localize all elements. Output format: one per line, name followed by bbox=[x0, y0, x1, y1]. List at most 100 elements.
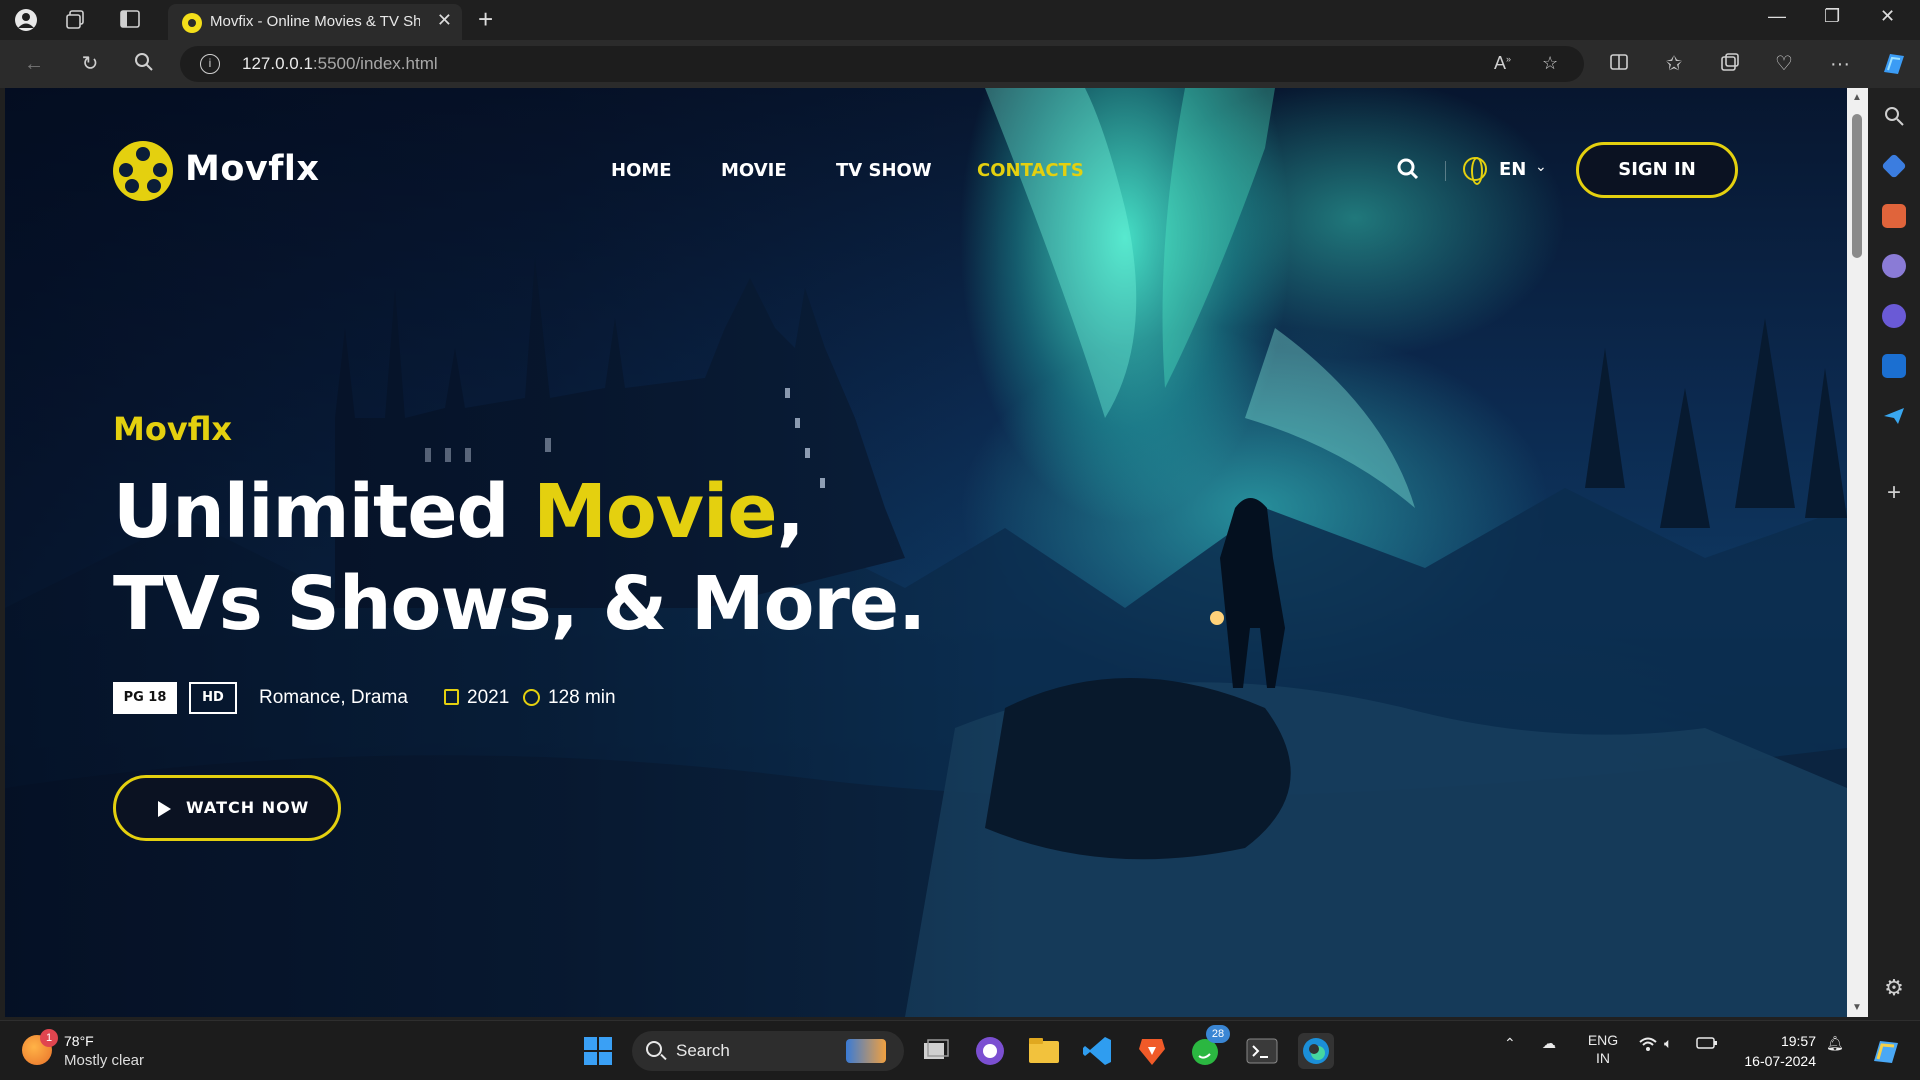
wifi-icon[interactable] bbox=[1638, 1035, 1658, 1056]
brave-icon[interactable] bbox=[1134, 1033, 1170, 1069]
genres-text: Romance, Drama bbox=[259, 687, 408, 708]
clock-date: 16-07-2024 bbox=[1744, 1053, 1816, 1069]
copilot-icon[interactable] bbox=[1880, 50, 1904, 74]
taskbar-search-icon bbox=[646, 1041, 662, 1057]
split-screen-icon[interactable] bbox=[1607, 52, 1631, 76]
file-explorer-icon[interactable] bbox=[1026, 1033, 1062, 1069]
task-view-icon[interactable] bbox=[918, 1033, 954, 1069]
headline-line2: TVs Shows, & More. bbox=[113, 561, 926, 647]
tools-briefcase-icon[interactable] bbox=[1882, 204, 1906, 228]
site-info-icon[interactable]: i bbox=[200, 54, 220, 74]
browser-tab-bar: Movfix - Online Movies & TV Shows ✕ + — … bbox=[0, 0, 1920, 40]
watch-now-button[interactable]: WATCH NOW bbox=[113, 775, 341, 841]
nav-contacts[interactable]: CONTACTS bbox=[977, 160, 1084, 181]
weather-notification-badge: 1 bbox=[40, 1029, 58, 1047]
scroll-up-icon[interactable]: ▲ bbox=[1852, 92, 1862, 103]
whatsapp-badge: 28 bbox=[1206, 1025, 1230, 1043]
release-year: 2021 bbox=[467, 687, 510, 708]
calendar-icon bbox=[444, 689, 459, 705]
favorite-star-icon[interactable]: ☆ bbox=[1542, 53, 1558, 74]
weather-condition: Mostly clear bbox=[64, 1052, 145, 1069]
taskbar: 1 78°F Mostly clear Search 28 ⌃ ☁ ENG IN bbox=[0, 1020, 1920, 1080]
search-highlight-icon bbox=[846, 1039, 886, 1063]
rating-badge: PG 18 bbox=[113, 682, 177, 714]
browser-essentials-icon[interactable]: ♡ bbox=[1772, 52, 1796, 76]
header-divider bbox=[1445, 161, 1446, 181]
battery-icon[interactable] bbox=[1696, 1035, 1718, 1054]
taskbar-search-label: Search bbox=[676, 1041, 730, 1060]
profile-icon[interactable] bbox=[14, 8, 38, 32]
play-icon bbox=[158, 801, 171, 817]
new-tab-icon[interactable]: + bbox=[478, 4, 493, 35]
scrollbar-thumb[interactable] bbox=[1852, 114, 1862, 258]
lang-line1: ENG bbox=[1587, 1032, 1619, 1048]
clock-time: 19:57 bbox=[1780, 1033, 1816, 1049]
site-favicon bbox=[182, 13, 202, 33]
nav-tv-show[interactable]: TV SHOW bbox=[836, 160, 932, 181]
language-code: EN bbox=[1499, 159, 1527, 180]
input-language[interactable]: ENG IN bbox=[1586, 1031, 1620, 1067]
games-icon[interactable] bbox=[1882, 254, 1906, 278]
tab-title: Movfix - Online Movies & TV Shows bbox=[210, 13, 420, 30]
taskbar-search[interactable]: Search bbox=[632, 1031, 904, 1071]
header-search-icon[interactable] bbox=[1397, 158, 1419, 180]
restore-icon[interactable]: ❐ bbox=[1824, 6, 1840, 27]
page-viewport: Movflx HOME MOVIE TV SHOW CONTACTS EN ⌄ … bbox=[5, 88, 1847, 1017]
watch-now-label: WATCH NOW bbox=[186, 798, 310, 817]
sidebar-settings-icon[interactable]: ⚙ bbox=[1882, 976, 1906, 1000]
refresh-icon[interactable]: ↻ bbox=[78, 52, 102, 76]
workspaces-icon[interactable] bbox=[64, 8, 88, 32]
shopping-tag-icon[interactable] bbox=[1881, 153, 1907, 179]
globe-icon bbox=[1463, 157, 1487, 185]
minimize-icon[interactable]: — bbox=[1768, 6, 1786, 27]
window-close-icon[interactable]: ✕ bbox=[1880, 6, 1895, 27]
edge-browser-icon[interactable] bbox=[1298, 1033, 1334, 1069]
logo-text: Movflx bbox=[185, 149, 320, 189]
sign-in-button[interactable]: SIGN IN bbox=[1576, 142, 1738, 198]
more-options-icon[interactable]: ··· bbox=[1828, 52, 1852, 76]
start-icon[interactable] bbox=[580, 1033, 616, 1069]
browser-toolbar: ← ↻ i 127.0.0.1:5500/index.html A» ☆ ✩ ♡… bbox=[0, 40, 1920, 88]
page-scrollbar[interactable]: ▲ ▼ bbox=[1847, 88, 1868, 1017]
scroll-down-icon[interactable]: ▼ bbox=[1852, 1002, 1862, 1013]
outlook-icon[interactable] bbox=[1882, 354, 1906, 378]
tab-close-icon[interactable]: ✕ bbox=[437, 10, 452, 31]
system-clock[interactable]: 19:57 16-07-2024 bbox=[1736, 1031, 1816, 1071]
tab-actions-icon[interactable] bbox=[118, 8, 142, 32]
github-desktop-icon[interactable] bbox=[972, 1033, 1008, 1069]
url-host: 127.0.0.1 bbox=[242, 54, 313, 73]
url-path: :5500/index.html bbox=[312, 54, 438, 73]
hero-subtitle: Movflx bbox=[113, 410, 233, 448]
nav-home[interactable]: HOME bbox=[611, 160, 672, 181]
browser-tab-active[interactable]: Movfix - Online Movies & TV Shows ✕ bbox=[168, 4, 462, 40]
send-icon[interactable] bbox=[1882, 404, 1906, 428]
back-icon[interactable]: ← bbox=[22, 52, 46, 76]
read-aloud-icon[interactable]: A» bbox=[1494, 53, 1511, 74]
hero-headline: Unlimited Movie, TVs Shows, & More. bbox=[113, 466, 926, 650]
show-hidden-icons[interactable]: ⌃ bbox=[1504, 1035, 1516, 1052]
whatsapp-icon[interactable]: 28 bbox=[1188, 1025, 1230, 1069]
clock-icon bbox=[523, 689, 540, 706]
lang-line2: IN bbox=[1596, 1050, 1610, 1066]
quality-badge: HD bbox=[189, 682, 237, 714]
add-sidebar-app-icon[interactable]: + bbox=[1882, 481, 1906, 506]
favorites-icon[interactable]: ✩ bbox=[1662, 52, 1686, 76]
edge-sidebar: + ⚙ bbox=[1868, 88, 1920, 1020]
search-page-icon[interactable] bbox=[132, 52, 156, 76]
headline-part1: Unlimited bbox=[113, 469, 534, 555]
address-bar[interactable]: i 127.0.0.1:5500/index.html A» ☆ bbox=[180, 46, 1584, 82]
microsoft-365-icon[interactable] bbox=[1882, 304, 1906, 328]
sidebar-search-icon[interactable] bbox=[1882, 104, 1906, 128]
volume-icon[interactable]: 🔈︎ bbox=[1664, 1035, 1672, 1052]
notification-bell-icon[interactable]: 🔔︎ bbox=[1826, 1035, 1844, 1052]
copilot-taskbar-icon[interactable] bbox=[1868, 1033, 1904, 1069]
nav-movie[interactable]: MOVIE bbox=[721, 160, 787, 181]
terminal-icon[interactable] bbox=[1244, 1033, 1280, 1069]
chevron-down-icon: ⌄ bbox=[1535, 158, 1547, 174]
duration-text: 128 min bbox=[548, 687, 616, 708]
film-reel-icon bbox=[113, 141, 173, 201]
vscode-icon[interactable] bbox=[1080, 1033, 1116, 1069]
onedrive-icon[interactable]: ☁ bbox=[1542, 1035, 1556, 1052]
collections-icon[interactable] bbox=[1718, 52, 1742, 76]
weather-temp: 78°F bbox=[64, 1033, 94, 1049]
